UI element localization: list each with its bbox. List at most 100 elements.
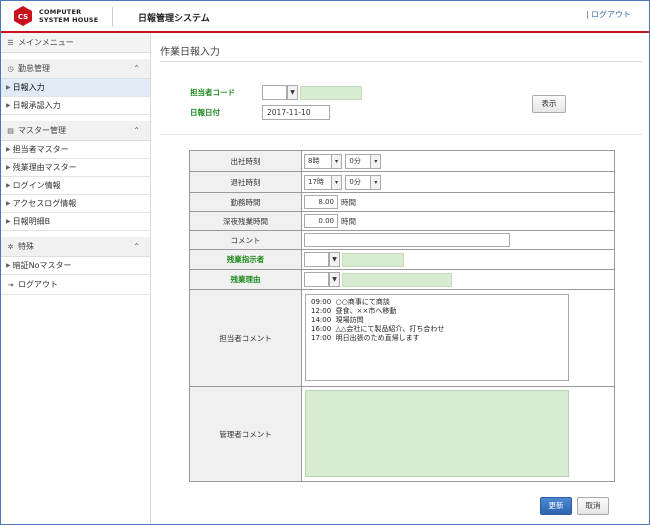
sidebar-group-special[interactable]: ✲ 特殊 ⌃ (1, 237, 150, 257)
database-icon: ▤ (7, 126, 14, 135)
overtime-reason-name (342, 273, 452, 287)
report-date-label: 日報日付 (190, 108, 220, 117)
sidebar-item-daily-report-approval[interactable]: ▶ 日報承認入力 (1, 97, 150, 115)
show-button[interactable]: 表示 (532, 95, 566, 113)
work-hours-input[interactable]: 8.00 (304, 195, 338, 209)
clock-out-cell: 17時 ▾ 0分 ▾ (301, 171, 615, 193)
overtime-instructor-select[interactable] (304, 252, 329, 267)
header-divider (112, 7, 113, 27)
sidebar-item-label: 担当者マスター (12, 145, 69, 154)
section-divider (160, 134, 642, 135)
header-logout-link[interactable]: | ログアウト (586, 9, 631, 20)
company-name-line1: COMPUTER (39, 8, 82, 16)
overtime-reason-select[interactable] (304, 272, 329, 287)
sidebar-item-login-info[interactable]: ▶ ログイン情報 (1, 177, 150, 195)
chevron-up-icon: ⌃ (133, 64, 140, 73)
row-work-hours: 勤務時間 8.00 時間 (189, 192, 615, 212)
update-button[interactable]: 更新 (540, 497, 572, 515)
clock-out-hour-value: 17時 (308, 177, 324, 186)
overtime-instructor-cell: ▼ (301, 249, 615, 270)
chevron-down-icon: ▾ (370, 154, 381, 168)
sidebar-item-staff-master[interactable]: ▶ 担当者マスター (1, 141, 150, 159)
gear-icon: ✲ (7, 242, 14, 251)
late-overtime-cell: 0.00 時間 (301, 211, 615, 231)
row-late-overtime: 深夜残業時間 0.00 時間 (189, 211, 615, 231)
row-clock-in: 出社時刻 8時 ▾ 0分 ▾ (189, 150, 615, 172)
sidebar: ☰ メインメニュー ◷ 勤怠管理 ⌃ ▶ 日報入力 ▶ 日報承認入力 ▤ マスター管理 ⌃ ▶… (1, 33, 151, 524)
staff-comment-cell: 09:00 ○○商事にて商談 12:00 昼食、××市へ移動 14:00 現場訪… (301, 289, 615, 387)
sidebar-item-daily-report-entry[interactable]: ▶ 日報入力 (1, 79, 150, 97)
clock-in-label: 出社時刻 (189, 150, 302, 172)
sidebar-main-menu[interactable]: ☰ メインメニュー (1, 33, 150, 53)
overtime-instructor-name (342, 253, 404, 267)
chevron-right-icon: ▶ (6, 200, 11, 207)
row-manager-comment: 管理者コメント (189, 386, 615, 482)
clock-icon: ◷ (7, 64, 14, 73)
sidebar-item-label: アクセスログ情報 (12, 199, 77, 208)
sidebar-logout[interactable]: ⇥ ログアウト (1, 275, 150, 295)
header-logout-label: ログアウト (591, 10, 631, 19)
comment-input[interactable] (304, 233, 510, 247)
company-logo-icon: CS (14, 6, 32, 26)
sidebar-item-overtime-reason-master[interactable]: ▶ 残業理由マスター (1, 159, 150, 177)
staff-comment-textarea[interactable]: 09:00 ○○商事にて商談 12:00 昼食、××市へ移動 14:00 現場訪… (305, 294, 569, 381)
report-form-table: 出社時刻 8時 ▾ 0分 ▾ 退社時刻 17時 ▾ 0分 ▾ 勤務時間 8.00 時間 深… (189, 150, 615, 482)
app-header: CS COMPUTER SYSTEM HOUSE 日報管理システム | ログアウト (1, 1, 649, 31)
clock-out-hour-select[interactable]: 17時 ▾ (304, 174, 342, 190)
staff-name-display (300, 86, 362, 100)
manager-comment-textarea[interactable] (305, 390, 569, 477)
clock-in-minute-select[interactable]: 0分 ▾ (345, 153, 382, 169)
sidebar-main-menu-label: メインメニュー (18, 38, 74, 47)
title-divider (160, 61, 642, 62)
system-title: 日報管理システム (138, 14, 210, 24)
row-comment: コメント (189, 230, 615, 250)
chevron-down-icon: ▾ (331, 154, 341, 168)
manager-comment-cell (301, 386, 615, 482)
clock-in-hour-select[interactable]: 8時 ▾ (304, 153, 342, 169)
sidebar-item-daily-detail-b[interactable]: ▶ 日報明細B (1, 213, 150, 231)
row-overtime-instructor: 残業指示者 ▼ (189, 249, 615, 270)
sidebar-group-label: 特殊 (18, 242, 34, 251)
sidebar-group-attendance[interactable]: ◷ 勤怠管理 ⌃ (1, 59, 150, 79)
chevron-right-icon: ▶ (6, 182, 11, 189)
staff-code-select[interactable] (262, 85, 287, 100)
clock-out-minute-select[interactable]: 0分 ▾ (345, 174, 382, 190)
chevron-up-icon: ⌃ (133, 242, 140, 251)
chevron-down-icon[interactable]: ▼ (329, 252, 340, 267)
late-overtime-label: 深夜残業時間 (189, 211, 302, 231)
comment-label: コメント (189, 230, 302, 250)
clock-in-minute-value: 0分 (349, 156, 361, 165)
clock-out-label: 退社時刻 (189, 171, 302, 193)
sidebar-item-pin-master[interactable]: ▶ 暗証Noマスター (1, 257, 150, 275)
sidebar-group-label: マスター管理 (18, 126, 66, 135)
clock-in-cell: 8時 ▾ 0分 ▾ (301, 150, 615, 172)
chevron-down-icon: ▾ (331, 175, 341, 189)
overtime-instructor-label: 残業指示者 (189, 249, 302, 270)
overtime-reason-cell: ▼ (301, 269, 615, 290)
sidebar-item-label: 残業理由マスター (12, 163, 77, 172)
work-hours-unit: 時間 (341, 197, 356, 207)
chevron-right-icon: ▶ (6, 262, 11, 269)
sidebar-item-label: 暗証Noマスター (12, 261, 72, 270)
staff-comment-label: 担当者コメント (189, 289, 302, 387)
row-staff-comment: 担当者コメント 09:00 ○○商事にて商談 12:00 昼食、××市へ移動 1… (189, 289, 615, 387)
svg-text:CS: CS (18, 13, 28, 21)
clock-out-minute-value: 0分 (349, 177, 361, 186)
late-overtime-input[interactable]: 0.00 (304, 214, 338, 228)
company-name-line2: SYSTEM HOUSE (39, 16, 99, 24)
menu-icon: ☰ (7, 38, 14, 47)
sidebar-item-label: ログイン情報 (12, 181, 61, 190)
staff-code-label: 担当者コード (190, 88, 235, 97)
late-overtime-unit: 時間 (341, 216, 356, 226)
manager-comment-label: 管理者コメント (189, 386, 302, 482)
sidebar-item-access-log[interactable]: ▶ アクセスログ情報 (1, 195, 150, 213)
overtime-reason-label: 残業理由 (189, 269, 302, 290)
sidebar-group-master[interactable]: ▤ マスター管理 ⌃ (1, 121, 150, 141)
chevron-down-icon[interactable]: ▼ (287, 85, 298, 100)
sidebar-item-label: 日報入力 (12, 83, 45, 92)
chevron-right-icon: ▶ (6, 102, 11, 109)
chevron-down-icon: ▾ (370, 175, 381, 189)
report-date-input[interactable]: 2017-11-10 (262, 105, 330, 120)
cancel-button[interactable]: 取消 (577, 497, 609, 515)
chevron-down-icon[interactable]: ▼ (329, 272, 340, 287)
